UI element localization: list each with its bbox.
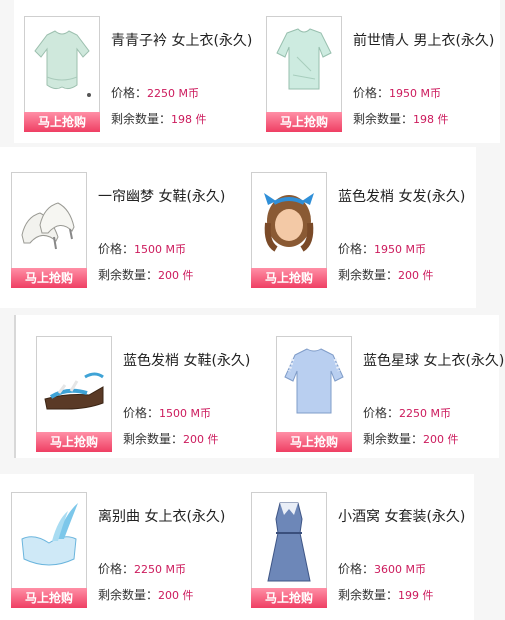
product-stock: 剩余数量：199 件 <box>338 588 434 602</box>
price-value: 1500 M币 <box>159 407 211 420</box>
product-card: 马上抢购 小酒窝 女套装(永久) 价格：3600 M币 剩余数量：199 件 <box>251 492 491 608</box>
product-price: 价格：2250 M币 <box>98 562 186 576</box>
stock-value: 200 件 <box>398 269 434 282</box>
blue-blouse-icon[interactable] <box>276 336 352 434</box>
product-price: 价格：2250 M币 <box>111 86 199 100</box>
product-stock: 剩余数量：200 件 <box>98 588 194 602</box>
product-title: 小酒窝 女套装(永久) <box>338 509 466 525</box>
product-title: 一帘幽梦 女鞋(永久) <box>98 189 226 205</box>
product-stock: 剩余数量：200 件 <box>123 432 219 446</box>
buy-now-button[interactable]: 马上抢购 <box>276 432 352 452</box>
product-price: 价格：3600 M币 <box>338 562 426 576</box>
product-title: 离别曲 女上衣(永久) <box>98 509 226 525</box>
stock-value: 200 件 <box>158 589 194 602</box>
product-card: 马上抢购 蓝色发梢 女发(永久) 价格：1950 M币 剩余数量：200 件 <box>251 172 491 288</box>
product-title: 蓝色发梢 女鞋(永久) <box>123 353 251 369</box>
buy-now-button[interactable]: 马上抢购 <box>11 588 87 608</box>
product-card: 马上抢购 青青子衿 女上衣(永久) 价格：2250 M币 剩余数量：198 件 <box>24 16 264 132</box>
product-card: 马上抢购 一帘幽梦 女鞋(永久) 价格：1500 M币 剩余数量：200 件 <box>11 172 251 288</box>
brown-hair-blue-bow-icon[interactable] <box>251 172 327 270</box>
light-green-blouse-icon[interactable] <box>24 16 100 114</box>
product-stock: 剩余数量：198 件 <box>353 112 449 126</box>
product-card: 马上抢购 蓝色星球 女上衣(永久) 价格：2250 M币 剩余数量：200 件 <box>276 336 505 452</box>
buy-now-button[interactable]: 马上抢购 <box>36 432 112 452</box>
price-value: 2250 M币 <box>147 87 199 100</box>
product-price: 价格：1500 M币 <box>98 242 186 256</box>
buy-now-button[interactable]: 马上抢购 <box>24 112 100 132</box>
buy-now-button[interactable]: 马上抢购 <box>251 268 327 288</box>
price-value: 2250 M币 <box>134 563 186 576</box>
white-heels-icon[interactable] <box>11 172 87 270</box>
product-title: 青青子衿 女上衣(永久) <box>111 33 253 49</box>
light-green-shirt-icon[interactable] <box>266 16 342 114</box>
stock-value: 200 件 <box>183 433 219 446</box>
stock-value: 200 件 <box>158 269 194 282</box>
stock-value: 199 件 <box>398 589 434 602</box>
product-price: 价格：1950 M币 <box>338 242 426 256</box>
product-card: 马上抢购 离别曲 女上衣(永久) 价格：2250 M币 剩余数量：200 件 <box>11 492 251 608</box>
product-price: 价格：2250 M币 <box>363 406 451 420</box>
product-card: 马上抢购 前世情人 男上衣(永久) 价格：1950 M币 剩余数量：198 件 <box>266 16 505 132</box>
price-value: 1500 M币 <box>134 243 186 256</box>
price-value: 1950 M币 <box>374 243 426 256</box>
product-title: 前世情人 男上衣(永久) <box>353 33 495 49</box>
buy-now-button[interactable]: 马上抢购 <box>266 112 342 132</box>
stock-value: 200 件 <box>423 433 459 446</box>
product-card: 马上抢购 蓝色发梢 女鞋(永久) 价格：1500 M币 剩余数量：200 件 <box>36 336 276 452</box>
product-stock: 剩余数量：198 件 <box>111 112 207 126</box>
product-stock: 剩余数量：200 件 <box>363 432 459 446</box>
buy-now-button[interactable]: 马上抢购 <box>11 268 87 288</box>
product-price: 价格：1950 M币 <box>353 86 441 100</box>
price-value: 3600 M币 <box>374 563 426 576</box>
price-value: 2250 M币 <box>399 407 451 420</box>
product-price: 价格：1500 M币 <box>123 406 211 420</box>
wedge-sandal-icon[interactable] <box>36 336 112 434</box>
product-stock: 剩余数量：200 件 <box>98 268 194 282</box>
stock-value: 198 件 <box>171 113 207 126</box>
blue-feather-top-icon[interactable] <box>11 492 87 590</box>
price-value: 1950 M币 <box>389 87 441 100</box>
stock-value: 198 件 <box>413 113 449 126</box>
buy-now-button[interactable]: 马上抢购 <box>251 588 327 608</box>
product-title: 蓝色星球 女上衣(永久) <box>363 353 505 369</box>
blue-dress-icon[interactable] <box>251 492 327 590</box>
product-title: 蓝色发梢 女发(永久) <box>338 189 466 205</box>
product-stock: 剩余数量：200 件 <box>338 268 434 282</box>
